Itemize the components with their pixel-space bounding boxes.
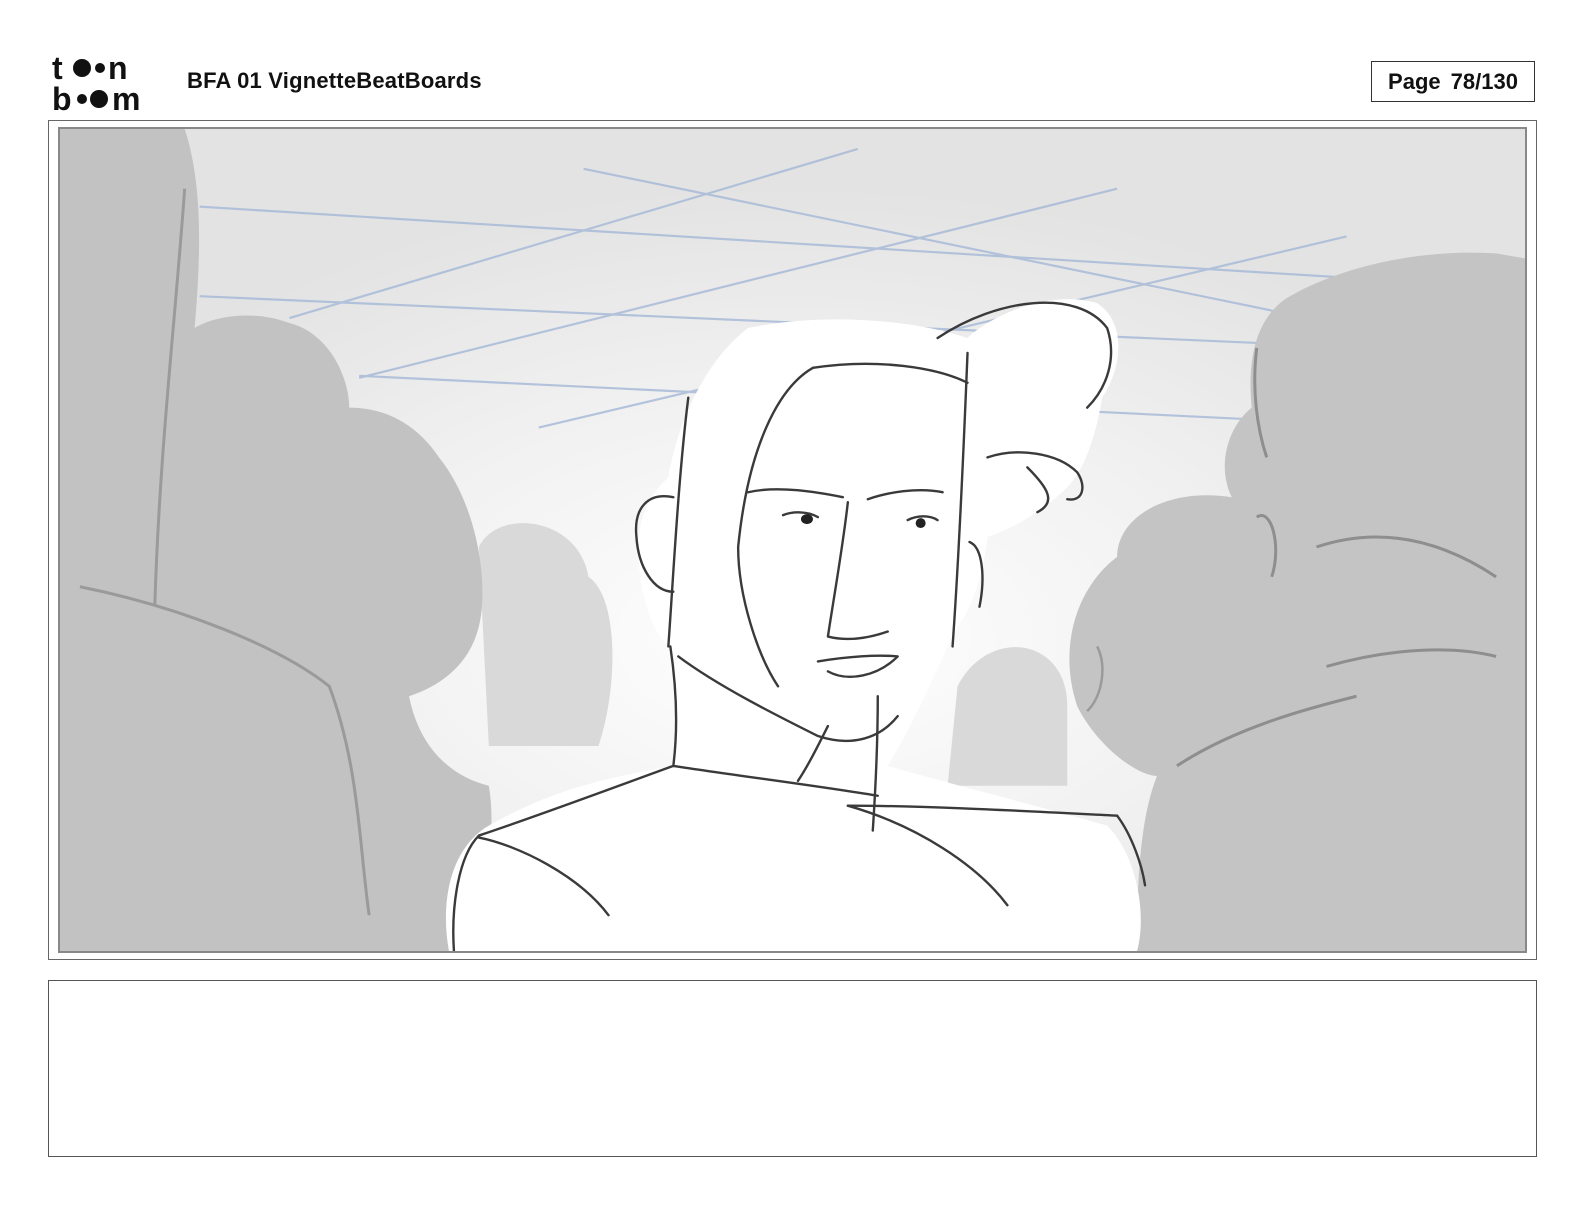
page-indicator: Page 78/130 [1371, 61, 1535, 102]
caption-box [48, 980, 1537, 1157]
toonboom-logo: t n b m [52, 52, 140, 114]
storyboard-panel-image [58, 127, 1527, 953]
page-label: Page [1388, 68, 1441, 94]
sketch-drawing [60, 129, 1525, 951]
svg-text:m: m [112, 81, 140, 114]
page-number: 78/130 [1450, 68, 1518, 94]
document-title: BFA 01 VignetteBeatBoards [187, 68, 482, 93]
svg-text:b: b [52, 81, 72, 114]
